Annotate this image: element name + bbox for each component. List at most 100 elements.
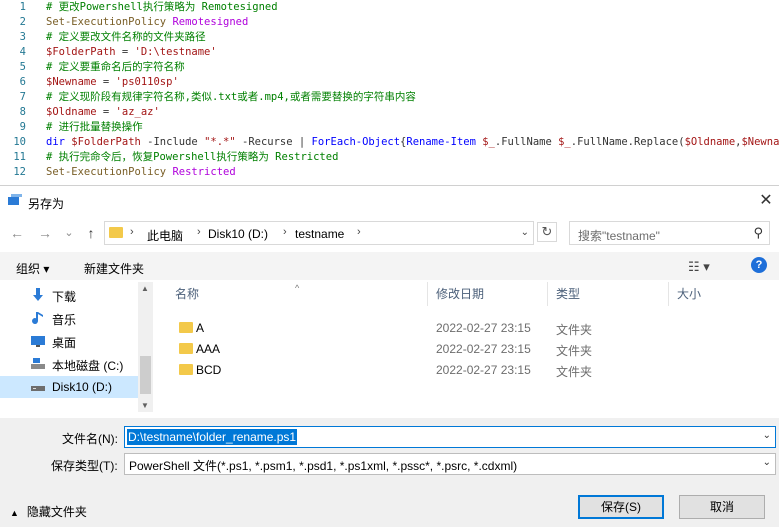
code-line[interactable]: 6 $Newname = 'ps0110sp' bbox=[0, 75, 779, 90]
dialog-title: 另存为 bbox=[28, 197, 65, 211]
hide-folders-toggle[interactable]: ▲ 隐藏文件夹 bbox=[10, 503, 87, 520]
organize-menu-button[interactable]: 组织 ▾ bbox=[16, 260, 49, 277]
close-icon[interactable]: ✕ bbox=[753, 188, 779, 214]
code-line[interactable]: 11 # 执行完命令后，恢复Powershell执行策略为 Restricted bbox=[0, 150, 779, 165]
scroll-down-icon[interactable]: ▼ bbox=[141, 401, 149, 410]
navigation-pane: 下载 音乐 桌面 本地磁盘 (C:) Disk10 (D:) ▲ ▼ bbox=[0, 282, 153, 412]
code-token: Set-ExecutionPolicy bbox=[46, 16, 173, 28]
line-number: 5 bbox=[19, 61, 26, 73]
breadcrumb-disk10[interactable]: Disk10 (D:) bbox=[208, 227, 268, 241]
recent-locations-icon[interactable]: ⌄ bbox=[60, 224, 78, 242]
column-header-label: 修改日期 bbox=[436, 287, 485, 301]
chevron-up-icon: ▲ bbox=[10, 508, 19, 518]
code-line[interactable]: 7 # 定义现阶段有规律字符名称,类似.txt或者.mp4,或者需要替换的字符串内… bbox=[0, 90, 779, 105]
code-line[interactable]: 12 Set-ExecutionPolicy Restricted bbox=[0, 165, 779, 180]
filetype-value: PowerShell 文件(*.ps1, *.psm1, *.psd1, *.p… bbox=[129, 459, 518, 473]
filetype-select[interactable]: PowerShell 文件(*.ps1, *.psm1, *.psd1, *.p… bbox=[124, 453, 776, 475]
forward-arrow-icon[interactable]: → bbox=[36, 224, 54, 242]
music-icon bbox=[32, 312, 43, 325]
code-line[interactable]: 8 $Oldname = 'az_az' bbox=[0, 105, 779, 120]
search-input[interactable]: 搜索"testname" ⚲ bbox=[569, 221, 770, 245]
code-token: "*.*" bbox=[204, 136, 236, 148]
chevron-right-icon: › bbox=[357, 226, 361, 238]
nav-item-label: 桌面 bbox=[52, 336, 77, 350]
nav-pane-scrollbar[interactable]: ▲ ▼ bbox=[138, 282, 153, 412]
code-token: 'ps0110sp' bbox=[115, 76, 179, 88]
code-token: # 定义现阶段有规律字符名称,类似.txt或者.mp4,或者需要替换的字符串内容 bbox=[46, 91, 416, 103]
save-as-icon bbox=[8, 194, 22, 205]
code-token: $FolderPath bbox=[46, 46, 116, 58]
file-type: 文件夹 bbox=[556, 365, 593, 379]
cancel-button[interactable]: 取消 bbox=[679, 495, 765, 519]
save-button[interactable]: 保存(S) bbox=[578, 495, 664, 519]
hide-folders-label: 隐藏文件夹 bbox=[26, 505, 87, 519]
drive-icon bbox=[31, 358, 45, 369]
chevron-down-icon[interactable]: ⌄ bbox=[763, 430, 771, 441]
file-row[interactable]: A 2022-02-27 23:15 文件夹 bbox=[157, 318, 757, 339]
help-icon[interactable]: ? bbox=[751, 257, 767, 273]
breadcrumb-testname[interactable]: testname bbox=[295, 227, 344, 241]
download-icon bbox=[33, 288, 43, 301]
code-token: # 进行批量替换操作 bbox=[46, 121, 143, 133]
code-line[interactable]: 2 Set-ExecutionPolicy Remotesigned bbox=[0, 15, 779, 30]
column-header-modified[interactable]: 修改日期 bbox=[428, 282, 548, 306]
scroll-up-icon[interactable]: ▲ bbox=[141, 284, 149, 293]
nav-item-local-disk-c[interactable]: 本地磁盘 (C:) bbox=[0, 353, 138, 375]
code-line[interactable]: 9 # 进行批量替换操作 bbox=[0, 120, 779, 135]
file-name: A bbox=[196, 321, 205, 335]
line-number: 9 bbox=[19, 121, 26, 133]
nav-item-desktop[interactable]: 桌面 bbox=[0, 330, 138, 352]
code-line[interactable]: 1 # 更改Powershell执行策略为 Remotesigned bbox=[0, 0, 779, 15]
up-arrow-icon[interactable]: ↑ bbox=[82, 224, 100, 242]
line-number: 7 bbox=[19, 91, 26, 103]
column-header-name[interactable]: ^ 名称 bbox=[157, 282, 428, 306]
view-options-icon[interactable]: ☷ ▾ bbox=[688, 259, 710, 275]
file-modified: 2022-02-27 23:15 bbox=[436, 321, 531, 335]
chevron-right-icon: › bbox=[197, 226, 201, 238]
new-folder-button[interactable]: 新建文件夹 bbox=[84, 260, 144, 277]
breadcrumb-this-pc[interactable]: 此电脑 bbox=[147, 227, 183, 244]
back-arrow-icon[interactable]: ← bbox=[8, 224, 26, 242]
filename-field[interactable]: D:\testname\folder_rename.ps1 ⌄ bbox=[124, 426, 776, 448]
nav-item-downloads[interactable]: 下载 bbox=[0, 284, 138, 306]
code-token: # 更改Powershell执行策略为 Remotesigned bbox=[46, 1, 278, 13]
code-editor[interactable]: 1 # 更改Powershell执行策略为 Remotesigned 2 Set-Ex… bbox=[0, 0, 779, 185]
line-number: 6 bbox=[19, 76, 26, 88]
line-number: 8 bbox=[19, 106, 26, 118]
search-icon: ⚲ bbox=[753, 225, 763, 240]
code-line[interactable]: 5 # 定义要重命名后的字符名称 bbox=[0, 60, 779, 75]
code-token: Rename-Item bbox=[406, 136, 483, 148]
column-header-size[interactable]: 大小 bbox=[669, 282, 769, 306]
code-token: $_ bbox=[482, 136, 495, 148]
code-token: # 执行完命令后，恢复Powershell执行策略为 Restricted bbox=[46, 151, 339, 163]
navigation-bar: ← → ⌄ ↑ › 此电脑 › Disk10 (D:) › testname ›… bbox=[0, 220, 779, 248]
code-token: $FolderPath bbox=[71, 136, 141, 148]
code-line[interactable]: 3 # 定义要改文件名称的文件夹路径 bbox=[0, 30, 779, 45]
code-line[interactable]: 10 dir $FolderPath -Include "*.*" -Recurs… bbox=[0, 135, 779, 150]
sort-ascending-icon: ^ bbox=[295, 283, 300, 293]
code-token: = bbox=[96, 106, 116, 118]
filetype-label: 保存类型(T): bbox=[51, 459, 118, 473]
nav-item-disk10-d[interactable]: Disk10 (D:) bbox=[0, 376, 138, 398]
address-bar[interactable]: › 此电脑 › Disk10 (D:) › testname › ⌄ bbox=[104, 221, 534, 245]
file-row[interactable]: AAA 2022-02-27 23:15 文件夹 bbox=[157, 339, 757, 360]
column-header-label: 大小 bbox=[677, 287, 702, 301]
line-number: 2 bbox=[19, 16, 26, 28]
filename-value[interactable]: D:\testname\folder_rename.ps1 bbox=[127, 429, 298, 445]
chevron-down-icon[interactable]: ⌄ bbox=[521, 227, 529, 238]
chevron-down-icon[interactable]: ⌄ bbox=[763, 457, 771, 468]
code-token: # 定义要改文件名称的文件夹路径 bbox=[46, 31, 206, 43]
nav-item-music[interactable]: 音乐 bbox=[0, 307, 138, 329]
scrollbar-thumb[interactable] bbox=[140, 356, 151, 394]
nav-item-label: 音乐 bbox=[52, 313, 77, 327]
code-line[interactable]: 4 $FolderPath = 'D:\testname' bbox=[0, 45, 779, 60]
refresh-icon[interactable]: ↻ bbox=[537, 222, 557, 242]
file-row[interactable]: BCD 2022-02-27 23:15 文件夹 bbox=[157, 360, 757, 381]
code-token: ForEach-Object bbox=[311, 136, 401, 148]
code-token: Set-ExecutionPolicy bbox=[46, 166, 173, 178]
drive-icon bbox=[31, 386, 45, 391]
folder-icon bbox=[179, 343, 193, 354]
column-header-type[interactable]: 类型 bbox=[548, 282, 669, 306]
filename-label: 文件名(N): bbox=[62, 432, 118, 446]
line-number: 11 bbox=[13, 151, 26, 163]
